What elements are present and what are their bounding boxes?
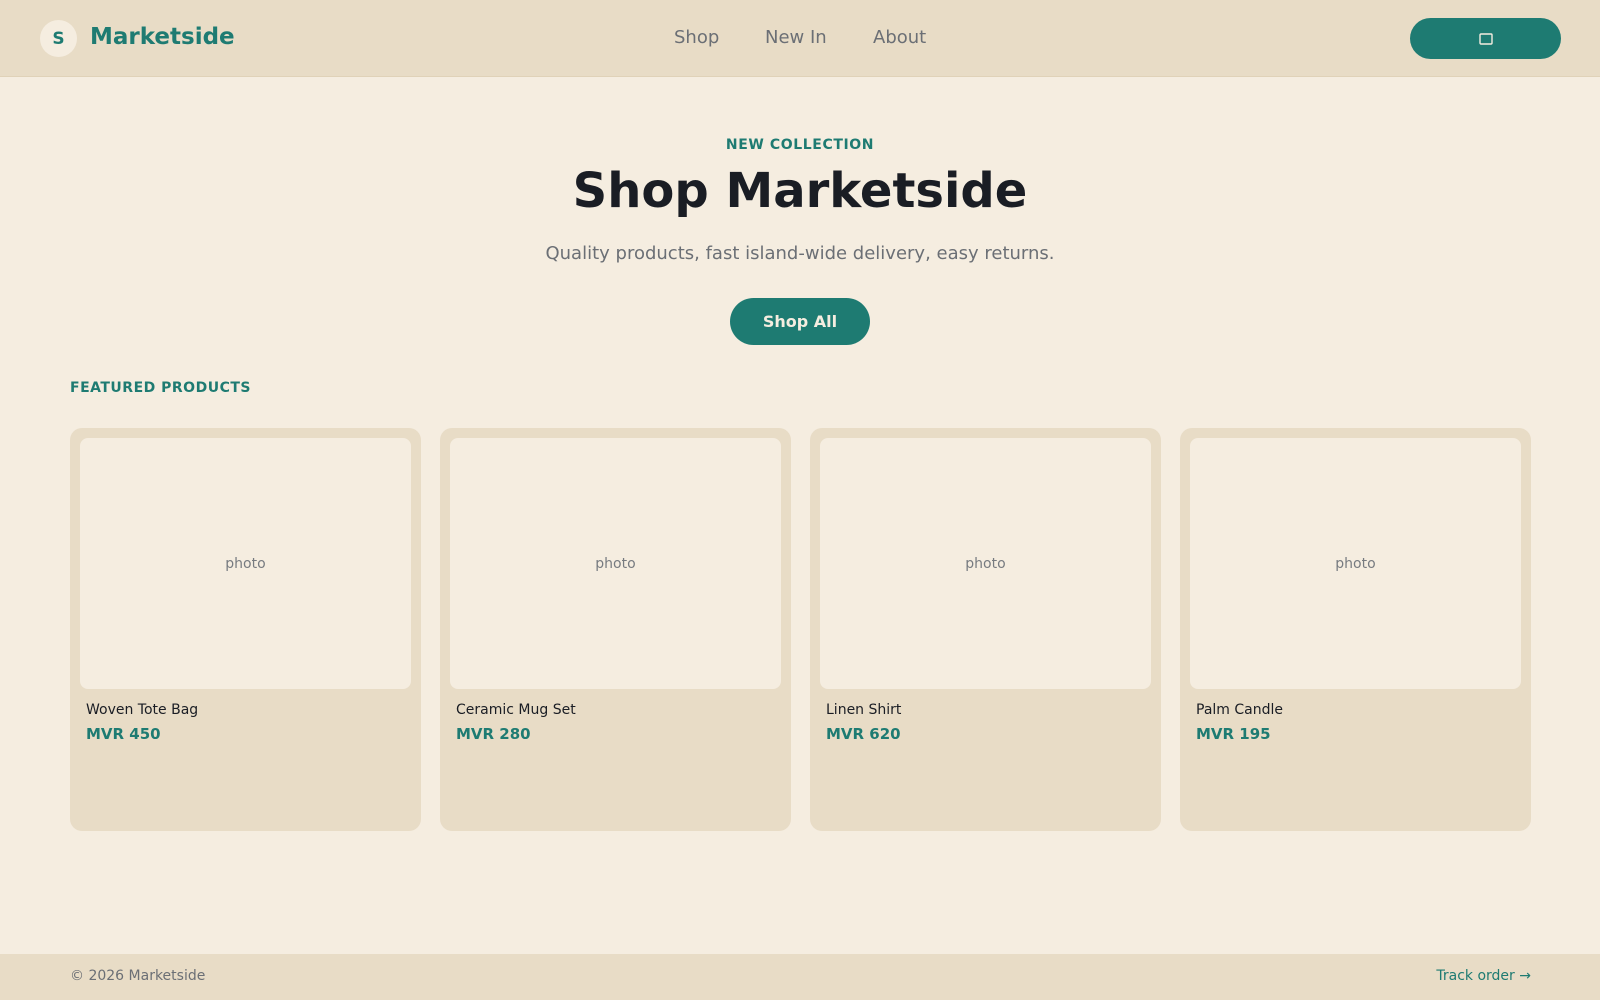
nav-link-shop[interactable]: Shop [674, 25, 719, 51]
product-name[interactable]: Ceramic Mug Set [456, 700, 576, 720]
hero-title: Shop Marketside [572, 163, 1028, 219]
product-card[interactable]: photo Ceramic Mug Set MVR 280 [440, 428, 791, 831]
track-order-link[interactable]: Track order → [1436, 968, 1531, 984]
product-price: MVR 280 [456, 725, 531, 743]
featured-label: FEATURED PRODUCTS [70, 380, 251, 396]
product-card[interactable]: photo Palm Candle MVR 195 [1180, 428, 1531, 831]
hero-eyebrow: NEW COLLECTION [725, 137, 875, 153]
product-photo[interactable]: photo [1190, 438, 1521, 689]
product-photo[interactable]: photo [80, 438, 411, 689]
copyright-text: © 2026 Marketside [70, 968, 206, 984]
page: S Marketside Shop New In About NEW COLLE… [0, 0, 1600, 1000]
product-photo[interactable]: photo [450, 438, 781, 689]
product-price: MVR 195 [1196, 725, 1271, 743]
nav-link-new-in[interactable]: New In [765, 25, 827, 51]
product-name[interactable]: Palm Candle [1196, 700, 1283, 720]
product-price: MVR 450 [86, 725, 161, 743]
product-price: MVR 620 [826, 725, 901, 743]
product-name[interactable]: Linen Shirt [826, 700, 901, 720]
hero-subtitle: Quality products, fast island-wide deliv… [545, 243, 1055, 264]
cart-button[interactable] [1410, 18, 1561, 59]
product-card[interactable]: photo Woven Tote Bag MVR 450 [70, 428, 421, 831]
site-header: S Marketside Shop New In About [0, 0, 1600, 77]
product-name[interactable]: Woven Tote Bag [86, 700, 198, 720]
nav-link-about[interactable]: About [873, 25, 926, 51]
cart-icon [1478, 32, 1493, 45]
site-footer: © 2026 Marketside Track order → [0, 954, 1600, 1000]
product-photo[interactable]: photo [820, 438, 1151, 689]
product-card[interactable]: photo Linen Shirt MVR 620 [810, 428, 1161, 831]
main-nav: Shop New In About [0, 25, 1600, 53]
shop-all-button[interactable]: Shop All [730, 298, 870, 345]
